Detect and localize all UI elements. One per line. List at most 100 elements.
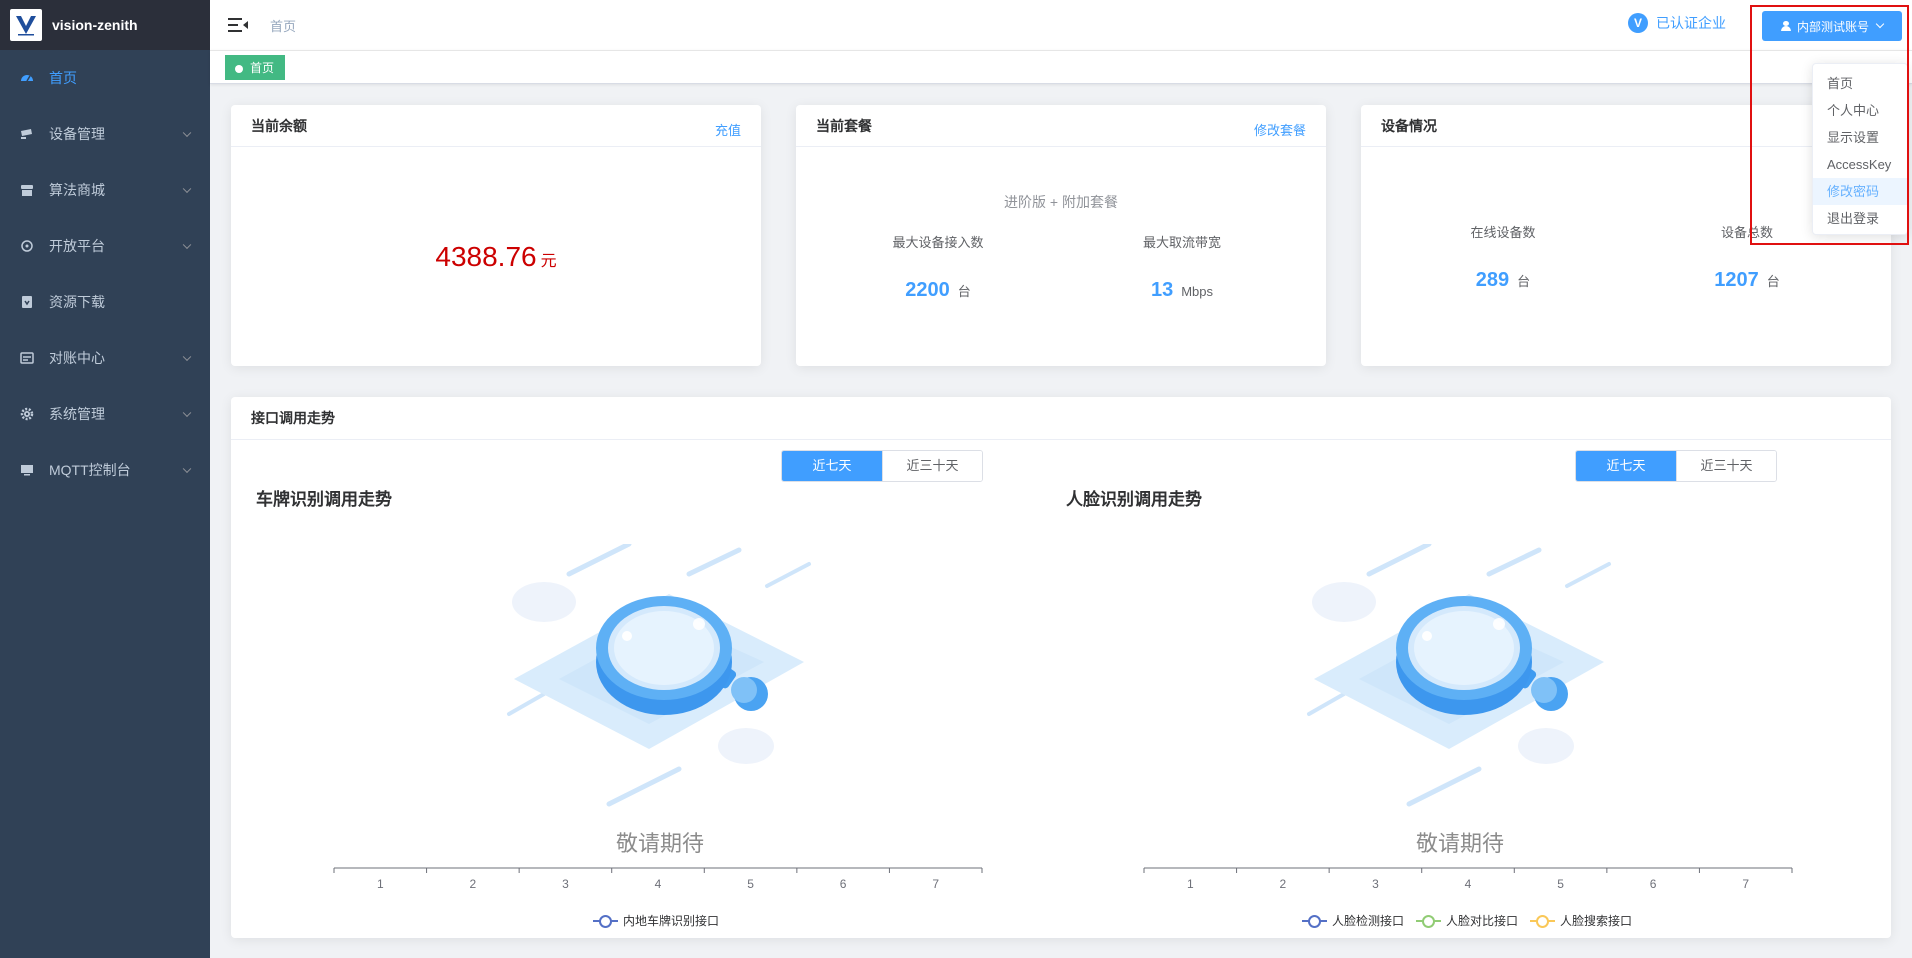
sidebar-menu: 首页设备管理算法商城开放平台资源下载对账中心系统管理 MQTT控制台 bbox=[0, 50, 210, 498]
sidebar-item-label: 开放平台 bbox=[49, 238, 105, 254]
package-name: 进阶版 + 附加套餐 bbox=[1004, 194, 1118, 210]
download-icon bbox=[20, 295, 34, 309]
sidebar-item-gear[interactable]: 系统管理 bbox=[0, 386, 210, 442]
range-toggle-plate: 近七天 近三十天 bbox=[781, 450, 983, 482]
online-devices-value: 289 bbox=[1475, 269, 1510, 291]
coming-soon-text-face: 敬请期待 bbox=[1415, 831, 1504, 856]
user-icon bbox=[1780, 21, 1791, 31]
sidebar-item-label: 系统管理 bbox=[49, 406, 105, 422]
chevron-down-icon bbox=[182, 352, 192, 362]
x-tick-label: 7 bbox=[932, 877, 939, 891]
dropdown-item[interactable]: 修改密码 bbox=[1813, 178, 1907, 205]
dropdown-item[interactable]: 首页 bbox=[1813, 70, 1907, 97]
legend-item[interactable]: 人脸搜索接口 bbox=[1530, 912, 1632, 929]
x-tick-label: 1 bbox=[377, 877, 384, 891]
range-30-days-button[interactable]: 近三十天 bbox=[882, 451, 982, 481]
breadcrumb[interactable]: 首页 bbox=[270, 16, 296, 35]
x-tick-label: 2 bbox=[470, 877, 477, 891]
monitor-icon bbox=[20, 463, 34, 477]
legend-label: 内地车牌识别接口 bbox=[623, 914, 720, 928]
sidebar-item-label: 资源下载 bbox=[49, 294, 105, 310]
magnifier-illustration-plate bbox=[499, 541, 819, 812]
dropdown-item[interactable]: AccessKey bbox=[1813, 151, 1907, 178]
sidebar-item-label: MQTT控制台 bbox=[49, 462, 131, 478]
logo-bar: vision-zenith bbox=[0, 0, 210, 50]
tag-active-dot bbox=[235, 65, 243, 73]
legend-marker-icon bbox=[1416, 914, 1442, 928]
x-tick-label: 1 bbox=[1187, 877, 1194, 891]
dashboard-icon bbox=[20, 71, 34, 85]
face-chart-title: 人脸识别调用走势 bbox=[1066, 490, 1202, 509]
card-title: 当前套餐 bbox=[816, 117, 872, 134]
verified-badge: V 已认证企业 bbox=[1628, 13, 1726, 33]
online-devices-stat: 289 台 bbox=[1403, 269, 1603, 292]
max-devices-unit: 台 bbox=[957, 284, 971, 299]
x-tick-label: 5 bbox=[1557, 877, 1564, 891]
balance-unit: 元 bbox=[540, 253, 557, 270]
dropdown-item[interactable]: 显示设置 bbox=[1813, 124, 1907, 151]
card-title: 接口调用走势 bbox=[251, 410, 335, 426]
top-header: 首页 V 已认证企业 内部测试账号 bbox=[210, 0, 1912, 50]
shop-icon bbox=[20, 183, 34, 197]
range-7-days-button[interactable]: 近七天 bbox=[1576, 451, 1676, 481]
dropdown-item[interactable]: 个人中心 bbox=[1813, 97, 1907, 124]
dropdown-item[interactable]: 退出登录 bbox=[1813, 205, 1907, 232]
legend-label: 人脸对比接口 bbox=[1446, 914, 1519, 928]
x-tick-label: 3 bbox=[1372, 877, 1379, 891]
account-label: 内部测试账号 bbox=[1796, 19, 1869, 34]
sidebar-item-label: 算法商城 bbox=[49, 182, 105, 198]
chevron-down-icon bbox=[182, 184, 192, 194]
range-30-days-button[interactable]: 近三十天 bbox=[1676, 451, 1776, 481]
face-chart-x-axis: 1 2 3 4 5 6 7 bbox=[1143, 867, 1793, 891]
tags-view: 首页 bbox=[210, 50, 1912, 84]
legend-item[interactable]: 内地车牌识别接口 bbox=[593, 912, 719, 929]
coming-soon-text-plate: 敬请期待 bbox=[615, 831, 704, 856]
sidebar-item-shop[interactable]: 算法商城 bbox=[0, 162, 210, 218]
x-tick-label: 7 bbox=[1742, 877, 1749, 891]
modify-package-link[interactable]: 修改套餐 bbox=[1254, 120, 1306, 139]
sidebar-item-download[interactable]: 资源下载 bbox=[0, 274, 210, 330]
x-tick-label: 6 bbox=[840, 877, 847, 891]
tag-home[interactable]: 首页 bbox=[225, 55, 286, 80]
open-platform-icon bbox=[20, 239, 34, 253]
recharge-link[interactable]: 充值 bbox=[715, 120, 741, 139]
chevron-down-icon bbox=[182, 408, 192, 418]
max-bandwidth-stat: 13 Mbps bbox=[1082, 279, 1282, 302]
account-menu-button[interactable]: 内部测试账号 bbox=[1762, 11, 1902, 41]
app-name: vision-zenith bbox=[52, 17, 138, 33]
sidebar-item-camera[interactable]: 设备管理 bbox=[0, 106, 210, 162]
legend-marker-icon bbox=[593, 914, 618, 928]
card-title: 设备情况 bbox=[1381, 117, 1437, 134]
card-title: 当前余额 bbox=[251, 117, 307, 134]
legend-item[interactable]: 人脸检测接口 bbox=[1302, 912, 1404, 929]
sidebar-item-label: 首页 bbox=[49, 70, 77, 86]
sidebar-item-monitor[interactable]: MQTT控制台 bbox=[0, 442, 210, 498]
balance-card: 当前余额 充值 4388.76 元 bbox=[231, 105, 761, 366]
max-devices-stat: 2200 台 bbox=[838, 279, 1038, 302]
trend-card: 接口调用走势 近七天 近三十天 车牌识别调用走势 敬请期待 1 2 3 4 5 … bbox=[231, 397, 1891, 938]
legend-label: 人脸搜索接口 bbox=[1560, 914, 1633, 928]
chevron-down-icon bbox=[182, 128, 192, 138]
range-7-days-button[interactable]: 近七天 bbox=[782, 451, 882, 481]
range-toggle-face: 近七天 近三十天 bbox=[1575, 450, 1777, 482]
chevron-down-icon bbox=[1875, 19, 1885, 29]
online-devices-label: 在线设备数 bbox=[1470, 225, 1536, 240]
sidebar-item-dashboard[interactable]: 首页 bbox=[0, 50, 210, 106]
legend-label: 人脸检测接口 bbox=[1332, 914, 1405, 928]
legend-marker-icon bbox=[1530, 914, 1556, 928]
total-devices-unit: 台 bbox=[1766, 274, 1780, 289]
chevron-down-icon bbox=[182, 464, 192, 474]
max-devices-label: 最大设备接入数 bbox=[892, 235, 984, 250]
verified-label: 已认证企业 bbox=[1656, 15, 1726, 31]
legend-marker-icon bbox=[1302, 914, 1327, 928]
plate-chart-title: 车牌识别调用走势 bbox=[256, 490, 392, 509]
package-card: 当前套餐 修改套餐 进阶版 + 附加套餐 最大设备接入数 最大取流带宽 2200… bbox=[796, 105, 1326, 366]
plate-chart-legend: 内地车牌识别接口 bbox=[593, 912, 731, 929]
x-tick-label: 3 bbox=[562, 877, 569, 891]
hamburger-icon[interactable] bbox=[228, 17, 248, 33]
sidebar-item-billing[interactable]: 对账中心 bbox=[0, 330, 210, 386]
x-tick-label: 5 bbox=[747, 877, 754, 891]
legend-item[interactable]: 人脸对比接口 bbox=[1416, 912, 1518, 929]
sidebar-item-open-platform[interactable]: 开放平台 bbox=[0, 218, 210, 274]
max-bandwidth-value: 13 bbox=[1150, 279, 1174, 301]
